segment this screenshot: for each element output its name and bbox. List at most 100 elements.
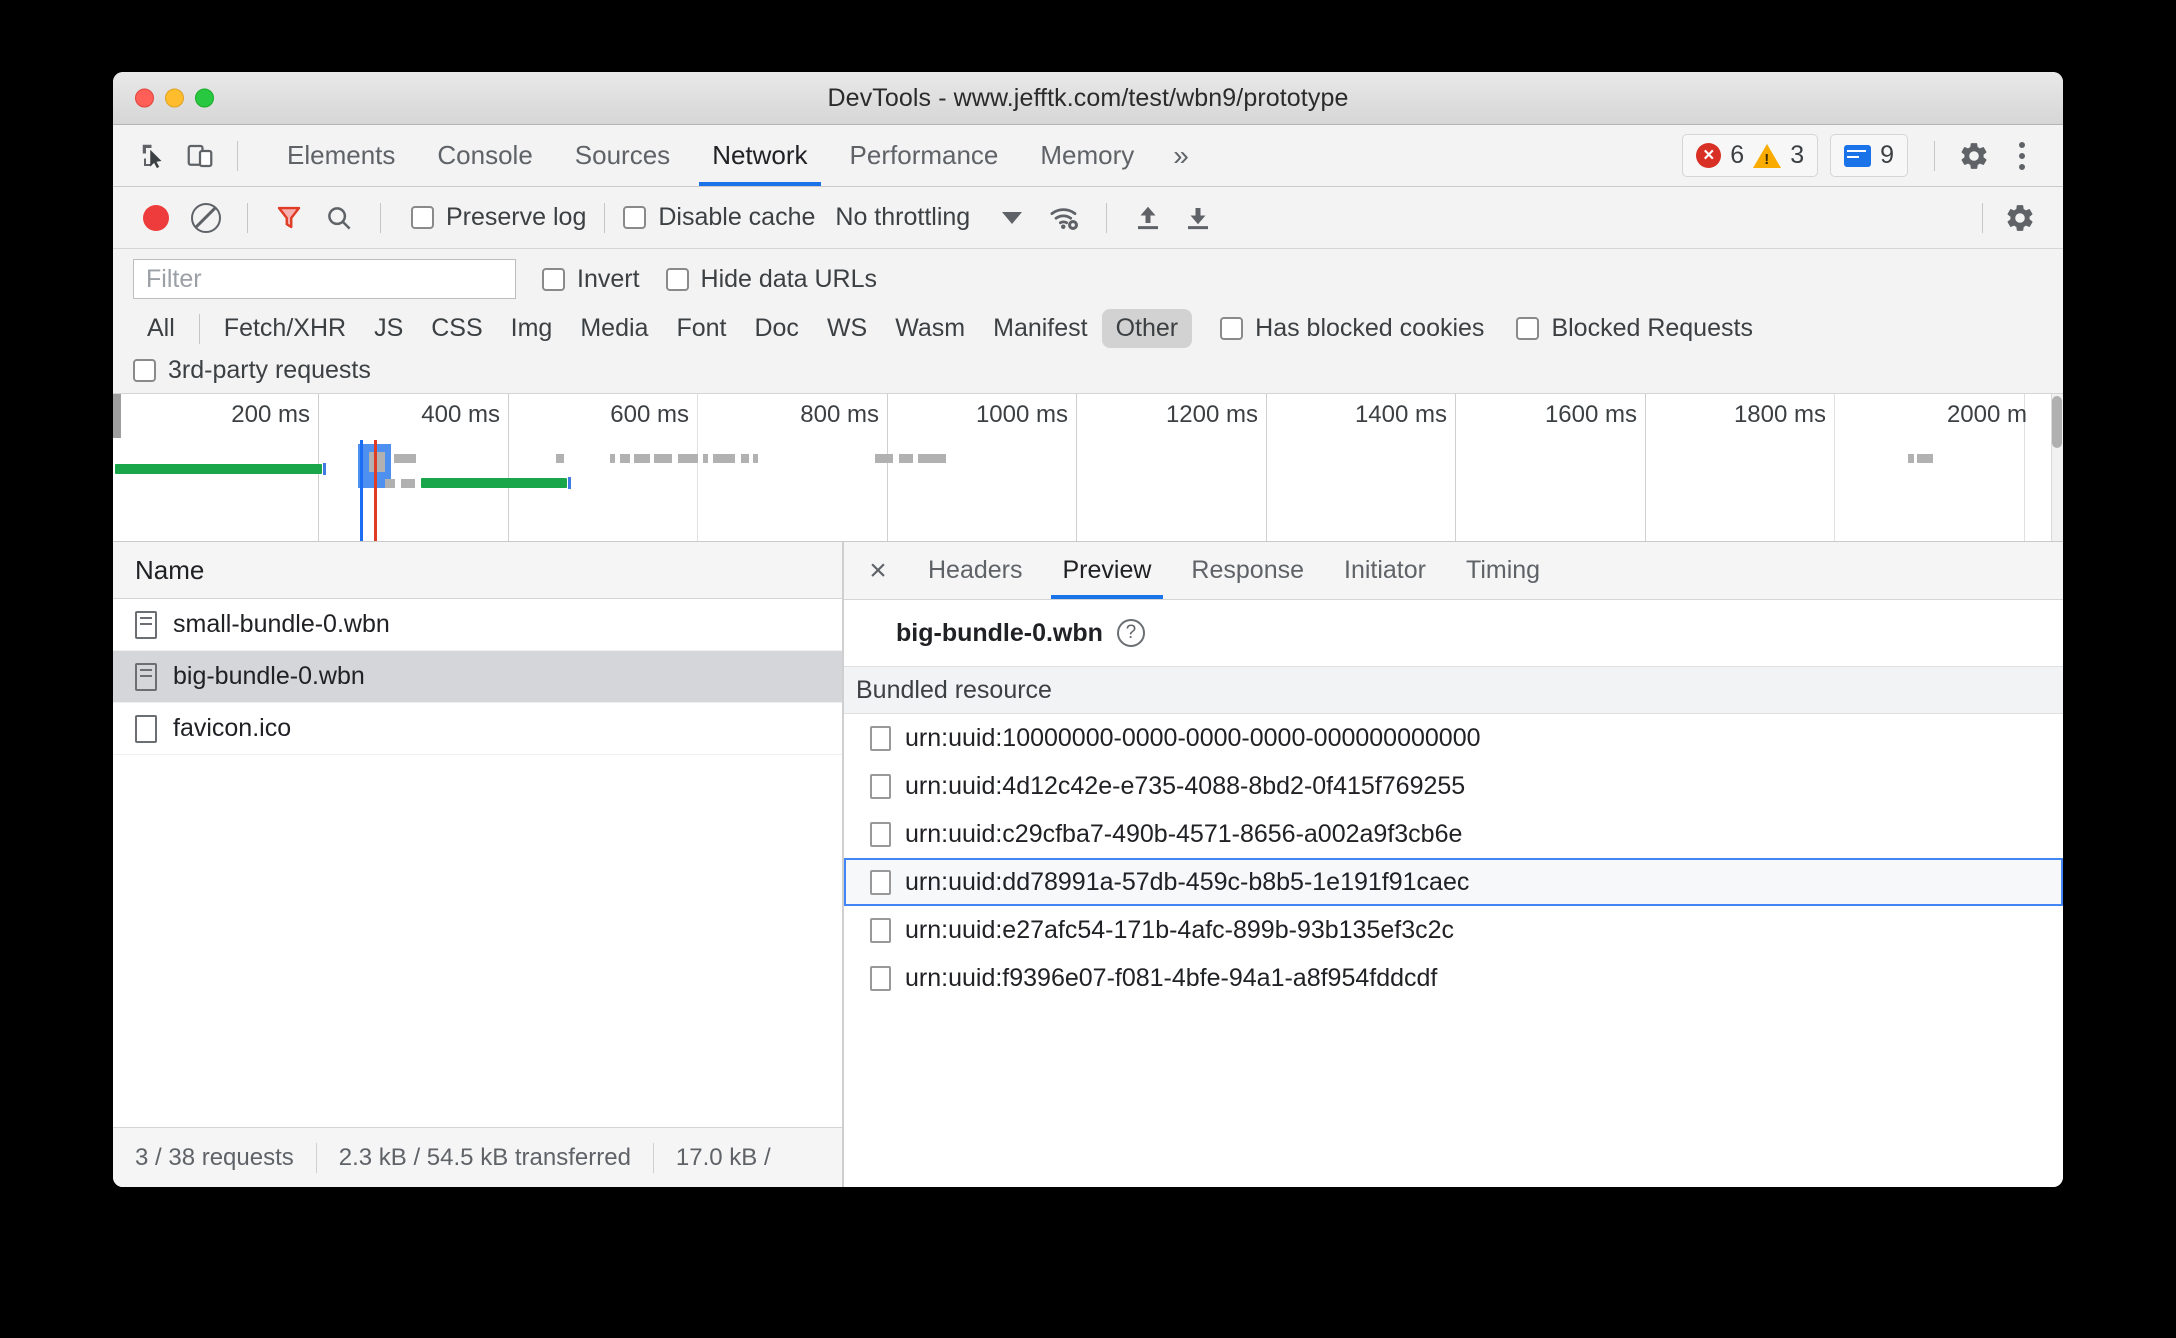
tab-memory[interactable]: Memory xyxy=(1019,125,1155,186)
help-question-icon[interactable]: ? xyxy=(1116,619,1145,647)
preview-title-text: big-bundle-0.wbn xyxy=(896,618,1103,647)
upload-har-icon[interactable] xyxy=(1125,196,1171,240)
resource-uuid: urn:uuid:c29cfba7-490b-4571-8656-a002a9f… xyxy=(905,819,1463,848)
chip-img[interactable]: Img xyxy=(497,309,567,348)
chip-fetch-xhr[interactable]: Fetch/XHR xyxy=(210,309,360,348)
table-row[interactable]: small-bundle-0.wbn xyxy=(113,599,842,651)
tick-label: 400 ms xyxy=(421,401,500,428)
column-header-name[interactable]: Name xyxy=(113,542,842,599)
net-toolbar-divider-5 xyxy=(1982,202,1983,233)
network-filterbar: Invert Hide data URLs All Fetch/XHR JS C… xyxy=(113,249,2063,394)
tab-response[interactable]: Response xyxy=(1171,542,1324,599)
overview-scrollbar[interactable] xyxy=(2051,394,2063,541)
tab-initiator[interactable]: Initiator xyxy=(1324,542,1446,599)
minimize-window-button[interactable] xyxy=(165,88,184,108)
resource-checkbox[interactable] xyxy=(870,821,891,847)
tab-sources[interactable]: Sources xyxy=(554,125,691,186)
tab-timing[interactable]: Timing xyxy=(1446,542,1560,599)
resource-checkbox[interactable] xyxy=(870,965,891,991)
chip-all[interactable]: All xyxy=(133,309,189,348)
close-icon[interactable]: × xyxy=(858,551,898,591)
clear-icon[interactable] xyxy=(183,196,229,240)
list-item[interactable]: urn:uuid:f9396e07-f081-4bfe-94a1-a8f954f… xyxy=(844,954,2063,1002)
tab-preview[interactable]: Preview xyxy=(1043,542,1172,599)
tick-label: 800 ms xyxy=(800,401,879,428)
list-item[interactable]: urn:uuid:10000000-0000-0000-0000-0000000… xyxy=(844,714,2063,762)
search-icon[interactable] xyxy=(316,196,362,240)
blocked-requests-checkbox[interactable]: Blocked Requests xyxy=(1516,314,1753,343)
invert-checkbox[interactable]: Invert xyxy=(542,265,640,294)
resource-checkbox[interactable] xyxy=(870,869,891,895)
resource-checkbox[interactable] xyxy=(870,917,891,943)
has-blocked-cookies-label: Has blocked cookies xyxy=(1255,314,1485,342)
chip-media[interactable]: Media xyxy=(566,309,662,348)
list-item[interactable]: urn:uuid:4d12c42e-e735-4088-8bd2-0f415f7… xyxy=(844,762,2063,810)
chevron-down-icon[interactable] xyxy=(1002,211,1023,224)
request-rows: small-bundle-0.wbn big-bundle-0.wbn favi… xyxy=(113,599,842,1127)
tab-headers[interactable]: Headers xyxy=(908,542,1043,599)
list-item[interactable]: urn:uuid:c29cfba7-490b-4571-8656-a002a9f… xyxy=(844,810,2063,858)
tab-label: Console xyxy=(437,140,533,170)
message-icon xyxy=(1844,144,1872,167)
window-controls[interactable] xyxy=(135,88,214,108)
invert-box[interactable] xyxy=(542,267,565,291)
messages-counter[interactable]: 9 xyxy=(1830,134,1908,177)
device-toggle-icon[interactable] xyxy=(177,134,223,178)
close-window-button[interactable] xyxy=(135,88,154,108)
chip-other[interactable]: Other xyxy=(1101,309,1193,348)
third-party-label: 3rd-party requests xyxy=(168,356,371,384)
chip-css[interactable]: CSS xyxy=(417,309,496,348)
kebab-menu-icon[interactable] xyxy=(1999,134,2045,178)
preview-header: big-bundle-0.wbn ? xyxy=(844,600,2063,666)
tab-performance[interactable]: Performance xyxy=(829,125,1020,186)
record-button-icon[interactable] xyxy=(133,196,179,240)
third-party-requests-checkbox[interactable]: 3rd-party requests xyxy=(133,356,371,385)
more-tabs-icon[interactable]: » xyxy=(1155,140,1207,172)
preserve-log-checkbox[interactable]: Preserve log xyxy=(411,203,586,232)
invert-label: Invert xyxy=(577,264,640,293)
search-input[interactable] xyxy=(133,259,516,299)
request-block xyxy=(678,454,698,463)
resource-uuid: urn:uuid:f9396e07-f081-4bfe-94a1-a8f954f… xyxy=(905,963,1438,992)
disable-cache-checkbox[interactable]: Disable cache xyxy=(623,203,815,232)
blocked-requests-box[interactable] xyxy=(1516,317,1540,340)
chip-doc[interactable]: Doc xyxy=(740,309,812,348)
table-row[interactable]: big-bundle-0.wbn xyxy=(113,651,842,703)
chip-ws[interactable]: WS xyxy=(813,309,881,348)
request-block xyxy=(713,454,735,463)
request-list-pane: Name small-bundle-0.wbn big-bundle-0.wbn… xyxy=(113,542,843,1187)
wifi-gear-icon[interactable] xyxy=(1042,196,1088,240)
hide-data-urls-checkbox[interactable]: Hide data URLs xyxy=(665,265,877,294)
download-har-icon[interactable] xyxy=(1175,196,1221,240)
chip-font[interactable]: Font xyxy=(662,309,740,348)
dom-content-loaded-marker xyxy=(360,440,363,541)
throttling-select[interactable]: No throttling xyxy=(835,203,970,232)
hide-data-urls-box[interactable] xyxy=(665,267,689,291)
filter-funnel-icon[interactable] xyxy=(266,196,312,240)
resource-checkbox[interactable] xyxy=(870,773,891,799)
request-block xyxy=(1917,454,1933,463)
chip-manifest[interactable]: Manifest xyxy=(979,309,1101,348)
resource-checkbox[interactable] xyxy=(870,725,891,751)
scrollbar-thumb[interactable] xyxy=(2052,396,2062,448)
tab-console[interactable]: Console xyxy=(416,125,553,186)
inspect-cursor-icon[interactable] xyxy=(131,134,177,178)
issues-counter[interactable]: × 6 3 xyxy=(1682,134,1819,177)
has-blocked-cookies-box[interactable] xyxy=(1220,317,1244,340)
list-item[interactable]: urn:uuid:dd78991a-57db-459c-b8b5-1e191f9… xyxy=(844,858,2063,906)
gear-icon[interactable] xyxy=(1951,134,1997,178)
network-settings-gear-icon[interactable] xyxy=(1997,196,2043,240)
tab-label: Sources xyxy=(574,140,671,170)
tab-elements[interactable]: Elements xyxy=(266,125,416,186)
chip-wasm[interactable]: Wasm xyxy=(881,309,979,348)
disable-cache-box[interactable] xyxy=(623,206,647,229)
has-blocked-cookies-checkbox[interactable]: Has blocked cookies xyxy=(1220,314,1484,343)
list-item[interactable]: urn:uuid:e27afc54-171b-4afc-899b-93b135e… xyxy=(844,906,2063,954)
preserve-log-box[interactable] xyxy=(411,206,434,229)
table-row[interactable]: favicon.ico xyxy=(113,703,842,755)
third-party-box[interactable] xyxy=(133,359,156,382)
maximize-window-button[interactable] xyxy=(195,88,214,108)
chip-js[interactable]: JS xyxy=(360,309,417,348)
tab-network[interactable]: Network xyxy=(691,125,828,186)
network-overview-timeline[interactable]: 200 ms 400 ms 600 ms 800 ms 1000 ms 1200… xyxy=(113,394,2063,542)
